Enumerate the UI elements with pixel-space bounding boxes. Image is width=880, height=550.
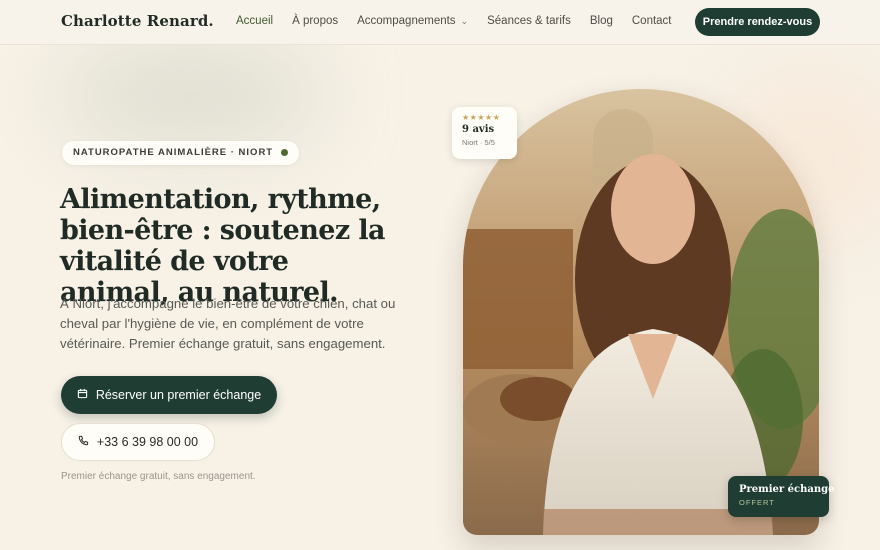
nav-item-a-propos[interactable]: À propos — [292, 15, 338, 27]
background-glow — [60, 40, 320, 150]
offer-title: Premier échange — [739, 484, 835, 495]
button-label: Réserver un premier échange — [95, 388, 262, 402]
hero-headline: Alimentation, rythme, bien-être : souten… — [60, 184, 386, 308]
star-rating-icon: ★★★★★ — [462, 113, 501, 122]
free-exchange-note: Premier échange gratuit, sans engagement… — [61, 471, 256, 482]
nav-links: Accueil À propos Accompagnements ⌄ Séance… — [236, 15, 691, 27]
offer-card: Premier échange OFFERT — [728, 476, 835, 517]
portrait-photo — [463, 89, 819, 535]
rating-location: Niort · 5/5 — [462, 138, 495, 147]
badge-label: NATUROPATHE ANIMALIÈRE · NIORT — [73, 147, 274, 158]
status-dot — [281, 149, 289, 156]
profession-badge: NATUROPATHE ANIMALIÈRE · NIORT — [62, 141, 300, 165]
phone-button[interactable]: +33 6 39 98 00 00 — [61, 423, 215, 461]
review-count: 9 avis — [462, 124, 495, 135]
rating-card: ★★★★★ 9 avis Niort · 5/5 — [452, 107, 517, 159]
book-appointment-button[interactable]: Prendre rendez-vous — [695, 8, 820, 36]
nav-item-contact[interactable]: Contact — [632, 15, 672, 27]
phone-icon — [78, 435, 89, 449]
nav-item-seances-tarifs[interactable]: Séances & tarifs — [487, 15, 571, 27]
top-navigation: Charlotte Renard. Accueil À propos Accom… — [0, 0, 880, 45]
brand-logo[interactable]: Charlotte Renard. — [61, 12, 214, 30]
nav-item-accompagnements[interactable]: Accompagnements ⌄ — [357, 15, 468, 27]
nav-item-label: Accompagnements — [357, 15, 456, 27]
offer-subtitle: OFFERT — [739, 498, 775, 507]
chevron-down-icon: ⌄ — [460, 16, 469, 26]
calendar-icon — [77, 388, 88, 402]
button-label: +33 6 39 98 00 00 — [96, 435, 199, 449]
reserve-first-exchange-button[interactable]: Réserver un premier échange — [61, 376, 277, 414]
hero-lead: À Niort, j'accompagne le bien-être de vo… — [60, 296, 396, 351]
nav-item-accueil[interactable]: Accueil — [236, 15, 273, 27]
nav-item-blog[interactable]: Blog — [590, 15, 613, 27]
